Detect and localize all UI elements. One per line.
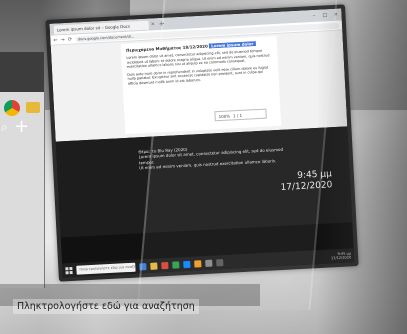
reflection-frame bbox=[136, 0, 338, 310]
taskbar-search-input[interactable]: Πληκτρολογήστε εδώ για αναζήτηση bbox=[76, 262, 136, 275]
chrome-icon bbox=[4, 100, 20, 116]
vignette-shade bbox=[317, 0, 407, 334]
taskbar-search-input[interactable]: Πληκτρολογήστε εδώ για αναζήτηση bbox=[13, 298, 199, 314]
plus-icon: + bbox=[14, 116, 30, 137]
reflected-taskbar-search: Πληκτρολογήστε εδώ για αναζήτηση bbox=[6, 294, 199, 318]
reflected-browser-window: ⌕ + bbox=[0, 52, 45, 288]
tab-label: Lorem ipsum dolor sit – Google Docs bbox=[56, 23, 131, 32]
forward-button[interactable]: → bbox=[60, 37, 65, 43]
folder-icon bbox=[26, 102, 40, 113]
windows-start-icon[interactable] bbox=[6, 299, 7, 313]
reflected-window-titlebar bbox=[0, 52, 44, 92]
search-icon: ⌕ bbox=[1, 120, 8, 134]
windows-start-icon[interactable] bbox=[65, 266, 73, 274]
back-button[interactable]: ← bbox=[53, 37, 58, 43]
close-tab-icon[interactable]: × bbox=[151, 21, 156, 27]
reload-button[interactable]: ⟳ bbox=[68, 36, 73, 42]
